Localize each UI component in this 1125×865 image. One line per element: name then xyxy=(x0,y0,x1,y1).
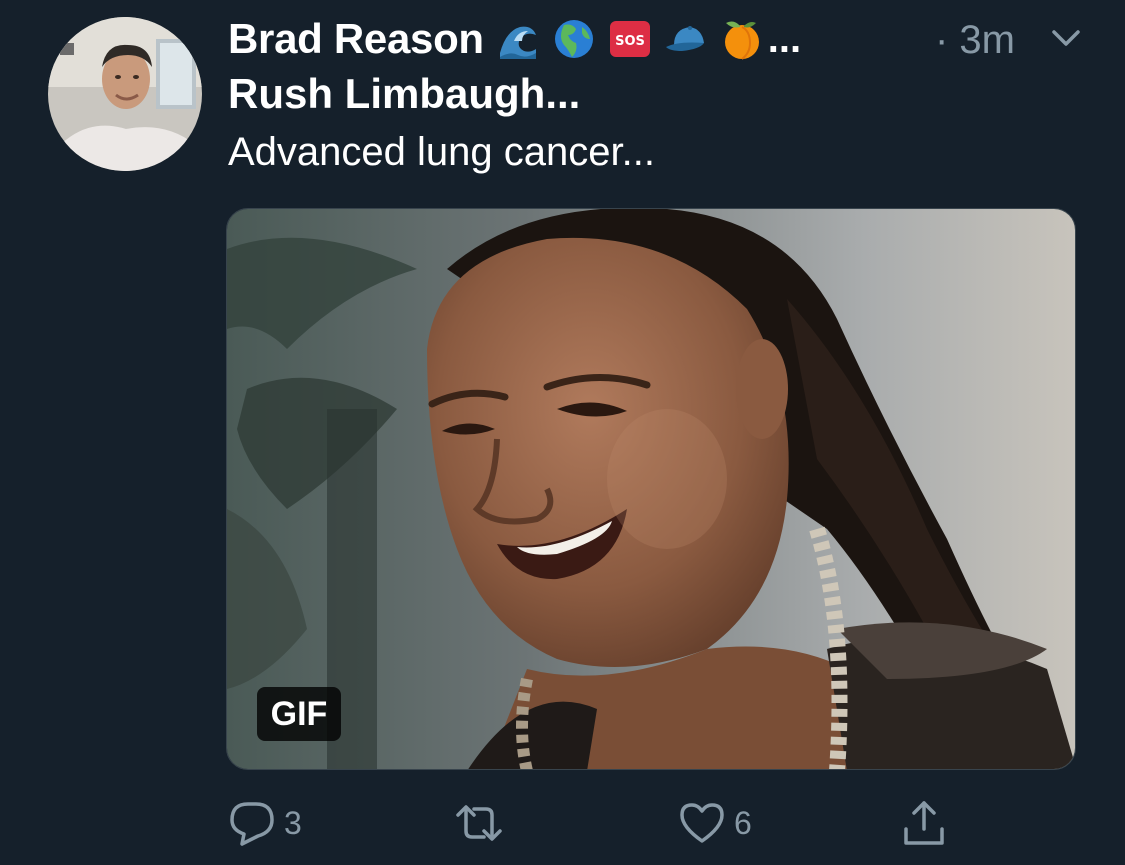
tweet-timestamp[interactable]: · 3m xyxy=(935,18,1015,63)
share-button[interactable] xyxy=(900,798,948,848)
peach-icon xyxy=(720,17,764,61)
tweet-text-line-1: Rush Limbaugh... xyxy=(228,70,581,117)
globe-americas-icon xyxy=(552,17,596,61)
blue-cap-icon xyxy=(664,17,708,61)
gif-badge: GIF xyxy=(257,687,341,741)
reply-button[interactable]: 3 xyxy=(228,798,302,848)
sos-button-icon: SOS xyxy=(608,17,652,61)
retweet-button[interactable] xyxy=(452,798,514,848)
svg-text:SOS: SOS xyxy=(615,34,645,49)
tweet-gif-media[interactable]: GIF xyxy=(226,208,1076,770)
heart-icon xyxy=(678,801,726,845)
share-icon xyxy=(900,799,948,847)
water-wave-icon xyxy=(496,17,540,61)
user-avatar[interactable] xyxy=(48,17,202,171)
reply-count: 3 xyxy=(284,804,302,841)
retweet-icon xyxy=(452,801,506,845)
tweet-header: Brad Reason SOS ... · 3m xyxy=(228,14,1088,64)
tweet-text-line-2: Advanced lung cancer... xyxy=(228,130,655,174)
chevron-down-icon[interactable] xyxy=(1048,24,1084,54)
name-truncation: ... xyxy=(767,16,802,61)
reply-icon xyxy=(228,800,276,846)
like-count: 6 xyxy=(734,804,752,841)
display-name[interactable]: Brad Reason xyxy=(228,15,484,63)
like-button[interactable]: 6 xyxy=(678,798,752,848)
